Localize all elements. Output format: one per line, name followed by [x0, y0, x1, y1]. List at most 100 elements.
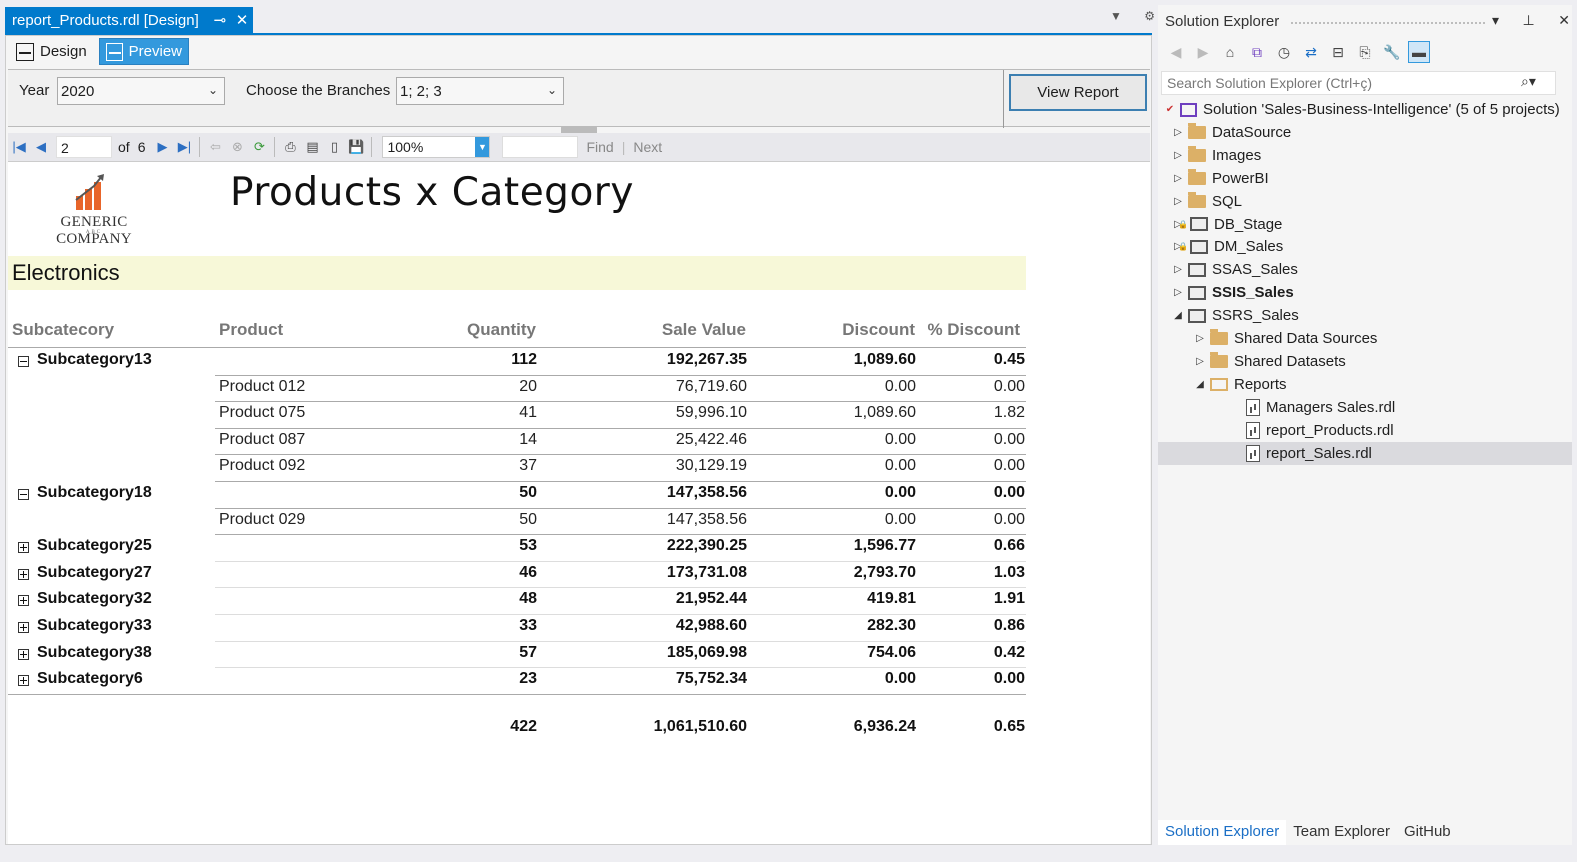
- dropdown-icon[interactable]: ▾: [1492, 12, 1499, 29]
- search-icon[interactable]: ⌕▾: [1521, 73, 1536, 90]
- tree-item[interactable]: ▷ 🔒 DB_Stage: [1158, 213, 1572, 236]
- expand-arrow-icon[interactable]: ▷: [1172, 196, 1184, 207]
- branches-select[interactable]: 1; 2; 3 ⌄: [396, 77, 564, 105]
- properties-icon[interactable]: 🔧: [1381, 41, 1403, 63]
- row-divider: [215, 560, 1026, 562]
- expand-arrow-icon[interactable]: ▷: [1194, 356, 1206, 367]
- home-icon[interactable]: ⌂: [1219, 41, 1241, 63]
- expand-toggle-icon[interactable]: [18, 542, 29, 554]
- tree-item[interactable]: ▷ DataSource: [1158, 121, 1572, 144]
- column-header-pct-discount: % Discount: [927, 320, 1020, 339]
- expand-toggle-icon[interactable]: [18, 595, 29, 607]
- show-all-files-icon[interactable]: ⎘: [1354, 41, 1376, 63]
- design-tab[interactable]: Design: [10, 38, 98, 65]
- year-select[interactable]: 2020 ⌄: [57, 77, 225, 105]
- sale-value: 185,069.98: [666, 643, 747, 661]
- collapse-arrow-icon[interactable]: ◢: [1172, 310, 1184, 321]
- first-page-icon[interactable]: |◀: [8, 136, 30, 158]
- expand-arrow-icon[interactable]: ▷: [1172, 264, 1184, 275]
- page-setup-icon[interactable]: ▯: [323, 136, 345, 158]
- forward-icon[interactable]: ▶: [1192, 41, 1214, 63]
- logo-chart-icon: [75, 174, 104, 210]
- print-icon[interactable]: ⎙: [279, 136, 301, 158]
- view-report-button[interactable]: View Report: [1009, 74, 1147, 111]
- database-project-icon: [1190, 217, 1208, 231]
- back-icon[interactable]: ⇦: [204, 136, 226, 158]
- pending-changes-icon[interactable]: ◷: [1273, 41, 1295, 63]
- expand-arrow-icon[interactable]: ▷: [1172, 173, 1184, 184]
- column-header-quantity: Quantity: [467, 320, 536, 339]
- discount-value: 0.00: [884, 457, 916, 475]
- find-input[interactable]: [502, 136, 579, 158]
- tree-item[interactable]: Managers Sales.rdl: [1158, 396, 1572, 419]
- tree-item[interactable]: ▷ SSIS_Sales: [1158, 281, 1572, 304]
- expand-arrow-icon[interactable]: ▷: [1172, 287, 1184, 298]
- tree-item-label: SSRS_Sales: [1212, 307, 1299, 325]
- bottom-tab[interactable]: GitHub: [1397, 820, 1458, 845]
- next-page-icon[interactable]: ▶: [151, 136, 173, 158]
- export-icon[interactable]: 💾: [345, 136, 367, 158]
- tree-item[interactable]: ✔ Solution 'Sales-Business-Intelligence' …: [1158, 98, 1572, 121]
- document-tab[interactable]: report_Products.rdl [Design] ⊸ ✕: [5, 7, 253, 33]
- quantity-value: 57: [519, 643, 537, 661]
- dropdown-icon[interactable]: ▼: [1110, 9, 1122, 29]
- sale-value: 42,988.60: [675, 617, 747, 634]
- tree-item[interactable]: ▷ SQL: [1158, 190, 1572, 213]
- tree-item[interactable]: ▷ 🔒 DM_Sales: [1158, 235, 1572, 258]
- expand-arrow-icon[interactable]: ▷: [1194, 333, 1206, 344]
- divider: [1003, 70, 1004, 128]
- total-discount: 6,936.24: [853, 717, 916, 735]
- close-icon[interactable]: ✕: [1558, 12, 1570, 29]
- tree-item[interactable]: report_Sales.rdl: [1158, 441, 1572, 465]
- document-tab-title: report_Products.rdl [Design]: [12, 11, 199, 29]
- collapse-arrow-icon[interactable]: ◢: [1194, 379, 1206, 390]
- panel-grip[interactable]: [1290, 21, 1487, 26]
- collapse-toggle-icon[interactable]: [18, 489, 29, 500]
- close-icon[interactable]: ✕: [231, 11, 253, 29]
- bottom-tab[interactable]: Solution Explorer: [1158, 820, 1287, 845]
- expand-toggle-icon[interactable]: [18, 568, 29, 580]
- tree-item[interactable]: ▷ Shared Data Sources: [1158, 327, 1572, 350]
- tree-item-label: DM_Sales: [1214, 238, 1284, 256]
- pin-icon[interactable]: ⊥: [1523, 12, 1535, 29]
- ruler-icon: [16, 42, 34, 61]
- expand-toggle-icon[interactable]: [18, 648, 29, 660]
- sale-value: 222,390.25: [666, 537, 747, 555]
- find-link[interactable]: Find: [586, 139, 613, 155]
- expand-toggle-icon[interactable]: [18, 622, 29, 633]
- tree-item[interactable]: report_Products.rdl: [1158, 419, 1572, 442]
- refresh-icon[interactable]: ⟳: [248, 136, 270, 158]
- previous-page-icon[interactable]: ◀: [30, 136, 52, 158]
- zoom-select[interactable]: 100% ▼: [382, 136, 491, 158]
- collapse-all-icon[interactable]: ⊟: [1327, 41, 1349, 63]
- pct-discount-value: 0.66: [993, 537, 1025, 555]
- tree-item[interactable]: ▷ PowerBI: [1158, 167, 1572, 190]
- quantity-value: 53: [519, 537, 537, 555]
- row-divider: [215, 507, 1026, 509]
- tree-item[interactable]: ◢ SSRS_Sales: [1158, 304, 1572, 327]
- tree-item[interactable]: ◢ Reports: [1158, 373, 1572, 396]
- sync-icon[interactable]: ⇄: [1300, 41, 1322, 63]
- solution-search-input[interactable]: Search Solution Explorer (Ctrl+ç): [1161, 71, 1556, 95]
- page-number-input[interactable]: 2: [56, 136, 112, 158]
- pin-icon[interactable]: ⊸: [209, 11, 231, 29]
- switch-views-icon[interactable]: ⧉: [1246, 41, 1268, 63]
- tree-item[interactable]: ▷ Shared Datasets: [1158, 350, 1572, 373]
- stop-icon[interactable]: ⊗: [226, 136, 248, 158]
- print-layout-icon[interactable]: ▤: [301, 136, 323, 158]
- last-page-icon[interactable]: ▶|: [173, 136, 195, 158]
- sale-value: 59,996.10: [675, 404, 747, 422]
- tree-item[interactable]: ▷ SSAS_Sales: [1158, 258, 1572, 281]
- gear-icon[interactable]: ⚙: [1144, 9, 1155, 29]
- collapse-toggle-icon[interactable]: [18, 356, 29, 367]
- back-icon[interactable]: ◀: [1165, 41, 1187, 63]
- expand-toggle-icon[interactable]: [18, 675, 29, 687]
- expand-arrow-icon[interactable]: ▷: [1172, 127, 1184, 138]
- preview-selected-icon[interactable]: ▬: [1408, 41, 1430, 63]
- next-link[interactable]: Next: [633, 139, 662, 155]
- tree-item[interactable]: ▷ Images: [1158, 144, 1572, 167]
- preview-tab[interactable]: Preview: [99, 38, 189, 65]
- bottom-tab[interactable]: Team Explorer: [1286, 820, 1397, 845]
- collapse-parameters-handle[interactable]: [561, 126, 597, 133]
- expand-arrow-icon[interactable]: ▷: [1172, 150, 1184, 161]
